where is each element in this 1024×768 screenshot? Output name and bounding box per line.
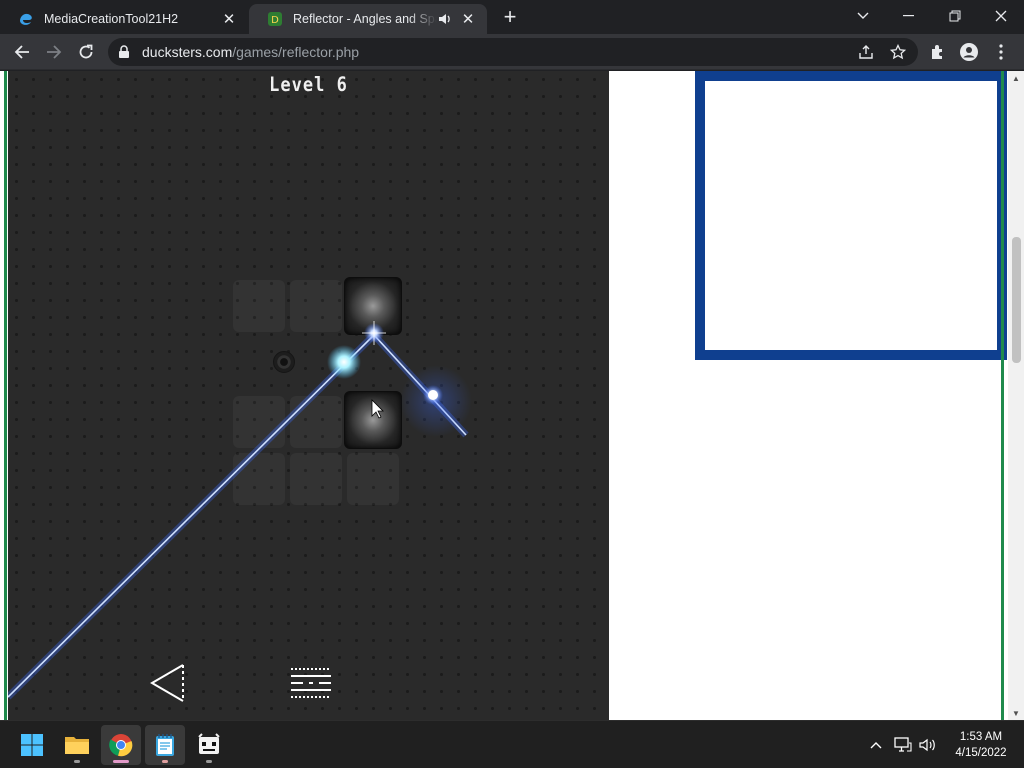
close-window-icon[interactable] [978, 0, 1024, 32]
scrollbar-thumb[interactable] [1012, 237, 1021, 363]
laser-beams [8, 321, 472, 700]
share-icon[interactable] [855, 42, 877, 62]
laser-emitter-icon[interactable] [327, 345, 361, 379]
lock-icon[interactable] [118, 45, 130, 64]
reflector-game-canvas[interactable]: Level 6 [8, 71, 609, 720]
browser-toolbar: ducksters.com/games/reflector.php [0, 34, 1024, 70]
back-icon[interactable] [8, 38, 36, 66]
tab-mediacreationtool[interactable]: MediaCreationTool21H2 ✕ [0, 4, 248, 34]
page-scrollbar[interactable]: ▲ ▼ [1008, 71, 1024, 720]
running-indicator [162, 760, 168, 763]
tab-title: Reflector - Angles and Spacing [293, 12, 437, 26]
laser-beam [8, 334, 375, 698]
minimize-icon[interactable] [886, 0, 932, 32]
tab-search-icon[interactable] [840, 0, 886, 32]
game-back-button[interactable] [150, 664, 186, 702]
running-indicator [206, 760, 212, 763]
show-hidden-icons-icon[interactable] [866, 735, 886, 755]
bookmark-star-icon[interactable] [887, 42, 909, 62]
system-clock[interactable]: 1:53 AM 4/15/2022 [946, 729, 1016, 761]
extensions-icon[interactable] [926, 42, 948, 62]
tab-reflector[interactable]: D Reflector - Angles and Spacing ✕ [249, 4, 487, 34]
audio-playing-icon[interactable] [437, 11, 453, 27]
page-border-left [4, 71, 7, 720]
game-app-icon[interactable] [189, 725, 229, 765]
back-triangle-icon [150, 664, 184, 702]
advertisement-frame [695, 71, 1007, 360]
network-icon[interactable] [893, 735, 913, 755]
level-menu-icon [291, 668, 331, 698]
game-menu-button[interactable] [289, 667, 333, 699]
tab-title: MediaCreationTool21H2 [44, 12, 179, 26]
close-tab-icon[interactable]: ✕ [220, 10, 238, 28]
url-path: /games/reflector.php [232, 44, 360, 60]
new-tab-button[interactable]: + [498, 6, 522, 30]
clock-time: 1:53 AM [959, 731, 1003, 743]
page-border-right [1001, 71, 1004, 720]
page-viewport: Level 6 ▲ ▼ [0, 71, 1024, 720]
file-explorer-icon[interactable] [57, 725, 97, 765]
close-tab-icon[interactable]: ✕ [459, 10, 477, 28]
edge-icon [18, 11, 34, 27]
active-indicator [113, 760, 129, 763]
forward-icon[interactable] [40, 38, 68, 66]
address-bar[interactable]: ducksters.com/games/reflector.php [108, 38, 918, 66]
volume-icon[interactable] [918, 735, 938, 755]
notepad-icon[interactable] [145, 725, 185, 765]
url-host: ducksters.com [142, 44, 233, 60]
windows-taskbar: 1:53 AM 4/15/2022 [0, 720, 1024, 768]
restore-icon[interactable] [932, 0, 978, 32]
url-text: ducksters.com/games/reflector.php [142, 44, 359, 60]
running-indicator [74, 760, 80, 763]
scroll-down-icon[interactable]: ▼ [1008, 706, 1024, 720]
mouse-cursor-icon [371, 399, 384, 419]
chrome-icon[interactable] [101, 725, 141, 765]
clock-date: 4/15/2022 [955, 747, 1007, 759]
svg-text:D: D [271, 15, 279, 26]
browser-menu-icon[interactable] [990, 42, 1012, 62]
scroll-up-icon[interactable]: ▲ [1008, 71, 1024, 85]
reload-icon[interactable] [72, 38, 100, 66]
profile-icon[interactable] [958, 42, 980, 62]
tab-strip: MediaCreationTool21H2 ✕ D Reflector - An… [0, 0, 1024, 34]
start-icon[interactable] [12, 725, 52, 765]
ducksters-icon: D [267, 11, 283, 27]
